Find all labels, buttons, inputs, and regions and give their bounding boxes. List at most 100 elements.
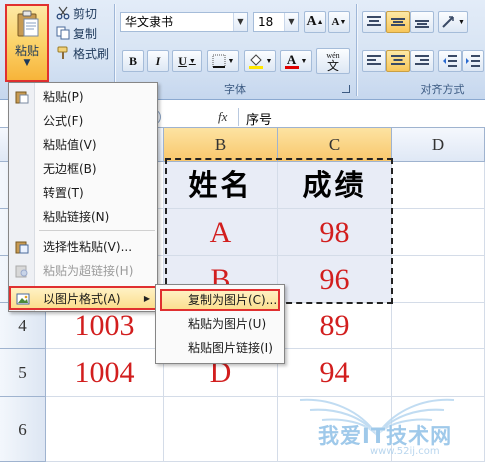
align-bottom-button[interactable] bbox=[410, 11, 434, 33]
chevron-down-icon[interactable]: ▼ bbox=[284, 13, 298, 31]
menu-item-no-borders[interactable]: 无边框(B) bbox=[9, 157, 157, 181]
cell-d1[interactable] bbox=[392, 162, 485, 209]
font-name-value: 华文隶书 bbox=[125, 15, 174, 29]
italic-icon: I bbox=[155, 53, 161, 68]
menu-item-transpose[interactable]: 转置(T) bbox=[9, 181, 157, 205]
formula-divider bbox=[238, 108, 239, 126]
column-header-b[interactable]: B bbox=[164, 128, 278, 162]
menu-item-paste[interactable]: 粘贴(P) bbox=[9, 85, 157, 109]
bold-button[interactable]: B bbox=[122, 50, 144, 72]
submenu-arrow-icon: ▶ bbox=[143, 294, 150, 303]
copy-icon bbox=[56, 26, 70, 40]
submenu-item-label: 复制为图片(C)... bbox=[188, 293, 278, 307]
hyperlink-icon bbox=[15, 265, 28, 278]
row-header-5[interactable]: 5 bbox=[0, 349, 46, 397]
menu-item-label: 转置(T) bbox=[43, 186, 84, 200]
align-left-button[interactable] bbox=[362, 50, 386, 72]
menu-item-label: 粘贴链接(N) bbox=[43, 210, 110, 224]
font-color-icon: A bbox=[286, 51, 297, 67]
decrease-indent-button[interactable] bbox=[438, 50, 462, 72]
menu-item-paste-special[interactable]: 选择性粘贴(V)... bbox=[9, 235, 157, 259]
copy-label: 复制 bbox=[73, 26, 98, 41]
borders-icon bbox=[212, 54, 226, 68]
formula-input[interactable]: 序号 bbox=[246, 109, 272, 128]
shrink-font-button[interactable]: A ▼ bbox=[328, 11, 350, 33]
submenu-item-paste-as-picture[interactable]: 粘贴为图片(U) bbox=[160, 313, 280, 335]
alignment-group-label: 对齐方式 bbox=[420, 83, 465, 96]
column-header-c[interactable]: C bbox=[278, 128, 392, 162]
copy-button[interactable]: 复制 bbox=[56, 24, 97, 42]
menu-separator bbox=[39, 230, 155, 231]
format-painter-label: 格式刷 bbox=[73, 46, 110, 61]
align-right-icon bbox=[415, 55, 429, 65]
cell-a5[interactable]: 1004 bbox=[46, 349, 164, 397]
chevron-down-icon[interactable]: ▼ bbox=[233, 13, 247, 31]
paste-button[interactable]: 粘贴 ▼ bbox=[5, 4, 49, 82]
font-dialog-launcher-icon[interactable] bbox=[342, 85, 350, 93]
menu-item-label: 粘贴为超链接(H) bbox=[43, 264, 134, 278]
menu-item-label: 公式(F) bbox=[43, 114, 84, 128]
submenu-item-paste-picture-link[interactable]: 粘贴图片链接(I) bbox=[160, 337, 280, 359]
cell-c3[interactable]: 96 bbox=[278, 256, 392, 303]
cut-label: 剪切 bbox=[73, 6, 98, 21]
column-header-d[interactable]: D bbox=[392, 128, 485, 162]
paste-dropdown-menu: 粘贴(P) 公式(F) 粘贴值(V) 无边框(B) 转置(T) 粘贴链接(N) … bbox=[8, 82, 158, 312]
menu-item-formulas[interactable]: 公式(F) bbox=[9, 109, 157, 133]
decrease-indent-icon bbox=[443, 55, 457, 67]
menu-item-paste-values[interactable]: 粘贴值(V) bbox=[9, 133, 157, 157]
menu-item-as-picture[interactable]: 以图片格式(A) ▶ bbox=[9, 286, 157, 310]
cell-d2[interactable] bbox=[392, 209, 485, 256]
cell-b1[interactable]: 姓名 bbox=[164, 162, 278, 209]
paste-dropdown-icon[interactable]: ▼ bbox=[7, 58, 47, 68]
cut-button[interactable]: 剪切 bbox=[56, 4, 97, 22]
cell-c2[interactable]: 98 bbox=[278, 209, 392, 256]
group-separator bbox=[356, 4, 357, 96]
fill-color-button[interactable]: ▼ bbox=[244, 50, 276, 72]
clipboard-special-icon bbox=[15, 241, 29, 254]
watermark-url: www.52ij.com bbox=[370, 446, 440, 457]
grow-font-icon: A bbox=[306, 14, 317, 29]
phonetic-button[interactable]: wén 文 bbox=[316, 48, 350, 74]
menu-item-label: 粘贴值(V) bbox=[43, 138, 97, 152]
font-color-button[interactable]: A ▼ bbox=[280, 50, 312, 72]
cell-b2[interactable]: A bbox=[164, 209, 278, 256]
align-right-button[interactable] bbox=[410, 50, 434, 72]
grow-font-button[interactable]: A ▲ bbox=[304, 11, 326, 33]
clipboard-icon bbox=[15, 91, 29, 104]
submenu-item-copy-as-picture[interactable]: 复制为图片(C)... bbox=[160, 289, 280, 311]
cell-a6[interactable] bbox=[46, 397, 164, 462]
orientation-button[interactable]: ▼ bbox=[438, 11, 468, 33]
cell-c1[interactable]: 成绩 bbox=[278, 162, 392, 209]
cell-d4[interactable] bbox=[392, 303, 485, 349]
increase-indent-button[interactable] bbox=[462, 50, 484, 72]
cell-d3[interactable] bbox=[392, 256, 485, 303]
scissors-icon bbox=[56, 6, 70, 20]
underline-button[interactable]: U ▼ bbox=[172, 50, 202, 72]
borders-button[interactable]: ▼ bbox=[207, 50, 239, 72]
cell-c4[interactable]: 89 bbox=[278, 303, 392, 349]
picture-icon bbox=[16, 293, 30, 305]
align-center-button[interactable] bbox=[386, 50, 410, 72]
underline-icon: U bbox=[178, 53, 187, 68]
align-top-button[interactable] bbox=[362, 11, 386, 33]
shrink-font-icon: A bbox=[331, 16, 340, 28]
row-header-6[interactable]: 6 bbox=[0, 397, 46, 462]
bold-icon: B bbox=[128, 53, 137, 68]
align-bottom-icon bbox=[415, 20, 429, 28]
font-name-combo[interactable]: 华文隶书 ▼ bbox=[120, 12, 248, 32]
cell-b6[interactable] bbox=[164, 397, 278, 462]
paintbrush-icon bbox=[57, 46, 68, 59]
format-painter-button[interactable]: 格式刷 bbox=[56, 44, 109, 62]
align-middle-button[interactable] bbox=[386, 11, 410, 33]
italic-button[interactable]: I bbox=[147, 50, 169, 72]
menu-item-label: 粘贴(P) bbox=[43, 90, 84, 104]
menu-item-label: 以图片格式(A) bbox=[43, 292, 121, 306]
font-size-value: 18 bbox=[258, 15, 274, 29]
increase-indent-icon bbox=[466, 55, 480, 67]
align-left-icon bbox=[367, 55, 381, 65]
menu-item-paste-link[interactable]: 粘贴链接(N) bbox=[9, 205, 157, 229]
paint-bucket-icon bbox=[248, 54, 263, 69]
menu-item-label: 选择性粘贴(V)... bbox=[43, 240, 133, 254]
font-size-combo[interactable]: 18 ▼ bbox=[253, 12, 299, 32]
insert-function-icon[interactable]: fx bbox=[218, 109, 227, 125]
